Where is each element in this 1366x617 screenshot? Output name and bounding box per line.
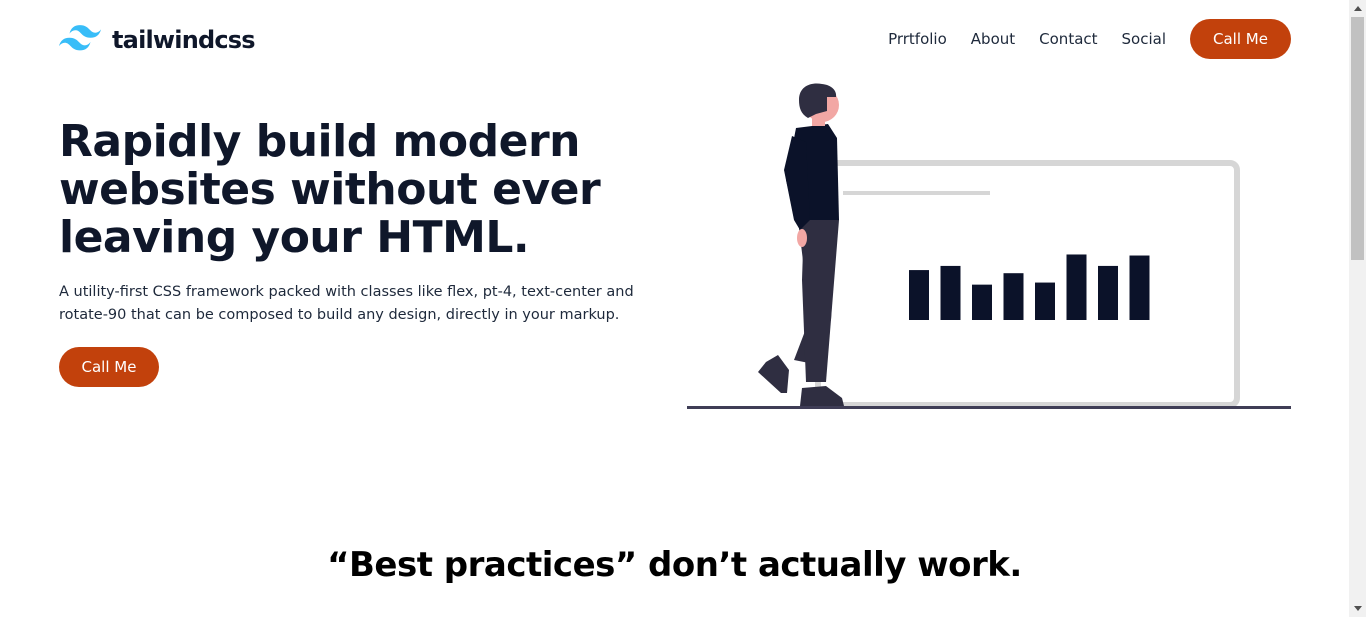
hero-description: A utility-first CSS framework packed wit… [59,284,634,323]
scroll-down-arrow-icon[interactable] [1349,600,1366,617]
brand-logo[interactable]: tailwindcss [59,25,256,55]
board-header-line [843,191,990,195]
board-bar [972,284,992,320]
board-bar [1003,273,1024,320]
nav-link-contact[interactable]: Contact [1039,30,1097,48]
board-bar [1129,255,1150,320]
board-bar [1035,282,1055,320]
brand-name: tailwindcss [112,26,256,54]
scroll-up-arrow-icon[interactable] [1349,0,1366,17]
board-bar [909,270,929,320]
nav-link-about[interactable]: About [971,30,1015,48]
board-bar [1098,265,1118,320]
hero-illustration [686,80,1292,412]
board-bar [1066,254,1087,320]
site-header: tailwindcss Prrtfolio About Contact Soci… [59,19,1291,59]
page-scrollbar[interactable] [1349,0,1366,617]
section-heading: “Best practices” don’t actually work. [327,545,1022,585]
nav-link-social[interactable]: Social [1122,30,1166,48]
nav-link-portfolio[interactable]: Prrtfolio [888,30,947,48]
header-call-me-button[interactable]: Call Me [1190,19,1291,59]
board-frame [815,160,1240,408]
main-nav: Prrtfolio About Contact Social Call Me [888,19,1291,59]
tailwind-logo-icon [59,25,101,55]
hero-call-me-button[interactable]: Call Me [59,347,159,387]
floor-line [687,406,1291,409]
hero-title: Rapidly build modern websites without ev… [59,116,601,263]
page: tailwindcss Prrtfolio About Contact Soci… [0,0,1349,617]
scrollbar-thumb[interactable] [1351,17,1364,260]
board-bar [940,265,961,320]
